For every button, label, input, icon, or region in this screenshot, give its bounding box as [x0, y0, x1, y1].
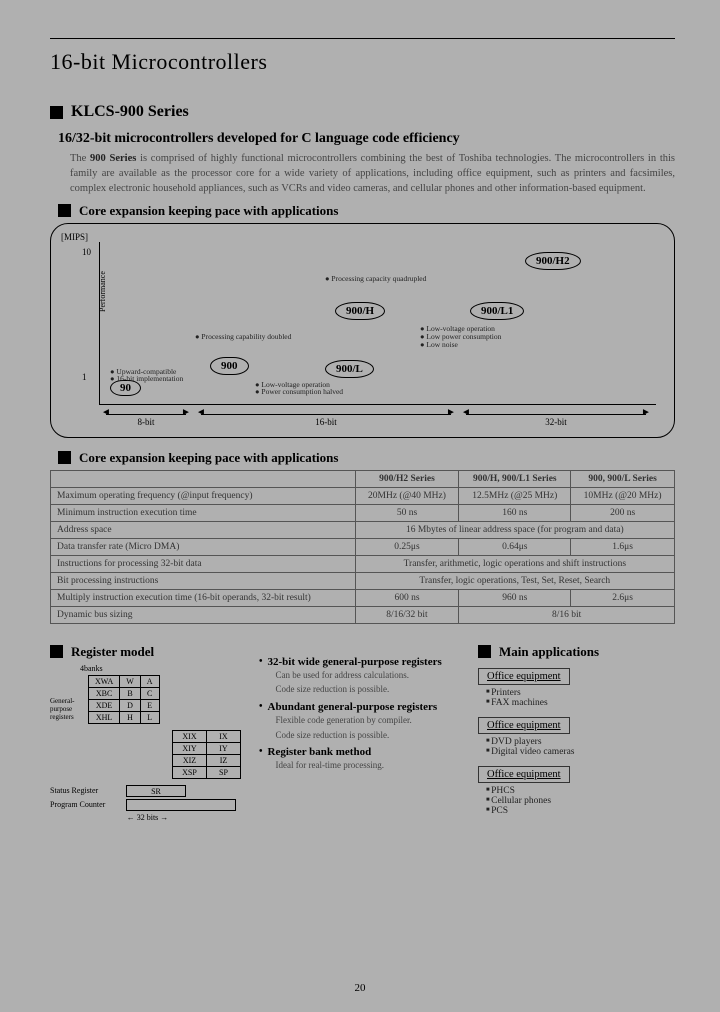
core-expansion-chart: [MIPS] 10 1 Performance 90 900 900/H 900…: [50, 223, 675, 438]
intro-heading: 16/32-bit microcontrollers developed for…: [58, 131, 675, 147]
y-tick: 1: [82, 372, 87, 382]
square-bullet-icon: [50, 106, 63, 119]
applications-list: Office equipmentPrintersFAX machinesOffi…: [478, 664, 675, 816]
x-seg: 32-bit: [466, 417, 646, 427]
chart-node-900h2: 900/H2: [525, 252, 581, 270]
intro-body: The 900 Series is comprised of highly fu…: [70, 151, 675, 197]
chart-node-900: 900: [210, 357, 249, 375]
chart-node-900h: 900/H: [335, 302, 385, 320]
main-apps-heading: Main applications: [499, 644, 599, 660]
square-bullet-icon: [50, 645, 63, 658]
square-bullet-icon: [58, 204, 71, 217]
chart-node-900l: 900/L: [325, 360, 374, 378]
page-number: 20: [0, 982, 720, 994]
y-axis-unit: [MIPS]: [61, 232, 88, 242]
expansion-heading: Core expansion keeping pace with applica…: [79, 203, 338, 219]
spec-table: 900/H2 Series900/H, 900/L1 Series900, 90…: [50, 470, 675, 624]
series-heading: KLCS-900 Series: [71, 103, 189, 121]
table-heading: Core expansion keeping pace with applica…: [79, 450, 338, 466]
y-axis-label: Performance: [98, 271, 107, 312]
register-model-diagram: 4banks General-purpose registers XWAWAXB…: [50, 664, 245, 822]
square-bullet-icon: [58, 451, 71, 464]
y-tick: 10: [82, 247, 91, 257]
feature-list: •32-bit wide general-purpose registersCa…: [259, 656, 464, 775]
page-title: 16-bit Microcontrollers: [50, 49, 675, 75]
chart-node-900l1: 900/L1: [470, 302, 524, 320]
x-seg: 16-bit: [201, 417, 451, 427]
register-model-heading: Register model: [71, 644, 154, 660]
x-seg: 8-bit: [106, 417, 186, 427]
square-bullet-icon: [478, 645, 491, 658]
